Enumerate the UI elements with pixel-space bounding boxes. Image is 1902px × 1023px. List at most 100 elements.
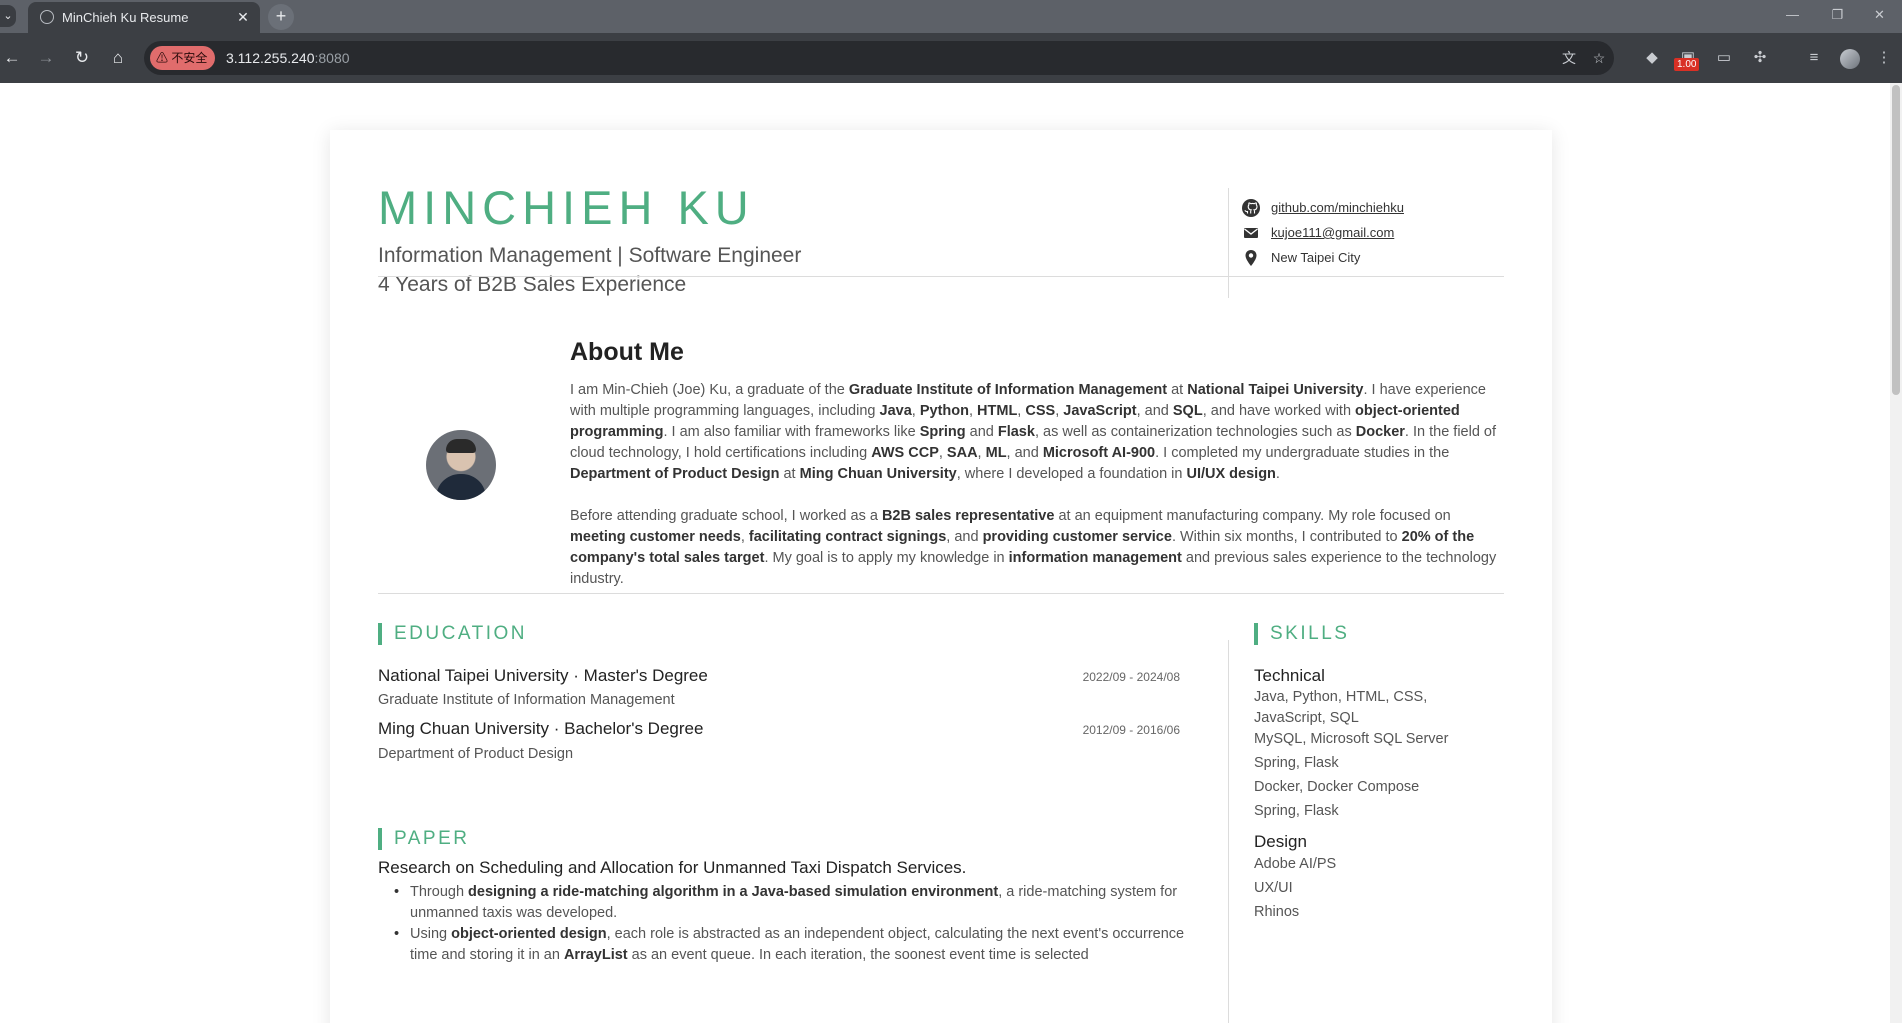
paper-title: Research on Scheduling and Allocation fo…: [378, 858, 967, 877]
emphasis-text: Microsoft AI-900: [1042, 445, 1156, 461]
emphasis-text: JavaScript: [1063, 403, 1137, 419]
emphasis-text: B2B sales representative: [881, 508, 1055, 524]
translate-icon[interactable]: 文: [1560, 49, 1578, 67]
location-text: New Taipei City: [1271, 250, 1361, 265]
emphasis-text: HTML: [977, 403, 1018, 419]
skill-item: MySQL, Microsoft SQL Server: [1254, 731, 1449, 747]
body-text: , as well as containerization technologi…: [1034, 424, 1356, 440]
education-item-1-date: 2022/09 - 2024/08: [1082, 670, 1180, 684]
skills-technical-label: Technical: [1254, 666, 1325, 685]
tab-close-icon[interactable]: ✕: [234, 8, 252, 26]
browser-tab-strip: ⌄ MinChieh Ku Resume ✕ + — ❐ ✕: [0, 0, 1902, 33]
about-paragraph-2: Before attending graduate school, I work…: [570, 506, 1504, 590]
about-divider: [378, 593, 1504, 594]
body-text: . My goal is to apply my knowledge in: [764, 550, 1009, 566]
extension-diamond-icon[interactable]: ◆: [1640, 46, 1664, 70]
header-divider: [378, 276, 1504, 277]
paper-heading: PAPER: [378, 828, 470, 850]
warning-icon: ⚠: [156, 51, 169, 65]
body-text: ,: [968, 403, 978, 419]
body-text: ,: [911, 403, 920, 419]
emphasis-text: SAA: [946, 445, 978, 461]
emphasis-text: ML: [985, 445, 1007, 461]
page-viewport: MINCHIEH KU Information Management | Sof…: [0, 83, 1902, 1023]
new-tab-button[interactable]: +: [268, 4, 294, 30]
url-text: 3.112.255.240:8080: [226, 50, 350, 66]
skill-item: Spring, Flask: [1254, 755, 1339, 771]
emphasis-text: object-oriented design: [451, 926, 607, 942]
emphasis-text: ArrayList: [563, 947, 628, 963]
browser-menu-icon[interactable]: ⋮: [1872, 46, 1896, 70]
emphasis-text: SQL: [1172, 403, 1203, 419]
emphasis-text: information management: [1008, 550, 1182, 566]
body-text: I am Min-Chieh (Joe) Ku, a graduate of t…: [570, 382, 849, 398]
restore-button[interactable]: ❐: [1815, 0, 1860, 30]
skill-item: UX/UI: [1254, 880, 1293, 896]
body-text: .: [1275, 466, 1280, 482]
extension-badge: 1.00: [1674, 58, 1700, 71]
emphasis-text: Python: [919, 403, 969, 419]
emphasis-text: AWS CCP: [871, 445, 939, 461]
body-text: Before attending graduate school, I work…: [570, 508, 882, 524]
skill-item: Rhinos: [1254, 904, 1300, 920]
education-heading: EDUCATION: [378, 623, 527, 645]
body-text: at an equipment manufacturing company. M…: [1054, 508, 1451, 524]
profile-avatar[interactable]: [1840, 49, 1860, 69]
envelope-icon: [1244, 228, 1258, 238]
emphasis-text: National Taipei University: [1187, 382, 1364, 398]
body-text: ,: [740, 529, 749, 545]
emphasis-text: UI/UX design: [1186, 466, 1276, 482]
emphasis-text: CSS: [1025, 403, 1056, 419]
education-item-1-title: National Taipei University · Master's De…: [378, 666, 708, 685]
body-text: Through: [410, 884, 469, 900]
address-bar[interactable]: ⚠ 不安全 3.112.255.240:8080 文 ☆: [144, 41, 1614, 75]
body-text: as an event queue. In each iteration, th…: [627, 947, 1089, 963]
body-text: . I am also familiar with frameworks lik…: [663, 424, 920, 440]
github-link[interactable]: github.com/minchiehku: [1271, 200, 1404, 215]
paper-bullet-1: Through designing a ride-matching algori…: [394, 882, 1210, 924]
reload-button[interactable]: ↻: [70, 46, 94, 70]
emphasis-text: Graduate Institute of Information Manage…: [848, 382, 1168, 398]
extensions-puzzle-icon[interactable]: ✣: [1748, 46, 1772, 70]
forward-button[interactable]: →: [34, 46, 58, 70]
map-pin-icon: [1245, 250, 1257, 266]
profile-photo: [426, 430, 496, 500]
home-button[interactable]: ⌂: [106, 46, 130, 70]
emphasis-text: providing customer service: [982, 529, 1172, 545]
skills-heading: SKILLS: [1254, 623, 1349, 645]
emphasis-text: Department of Product Design: [570, 466, 780, 482]
emphasis-text: Java: [879, 403, 912, 419]
body-text: at: [779, 466, 800, 482]
body-text: , and: [1136, 403, 1173, 419]
tab-search-button[interactable]: ⌄: [0, 5, 16, 27]
paper-bullet-2: Using object-oriented design, each role …: [394, 924, 1210, 966]
resume-subtitle-role: Information Management | Software Engine…: [378, 244, 802, 267]
about-paragraph-1: I am Min-Chieh (Joe) Ku, a graduate of t…: [570, 380, 1504, 485]
back-button[interactable]: ←: [0, 46, 24, 70]
browser-toolbar: ← → ↻ ⌂ ⚠ 不安全 3.112.255.240:8080 文 ☆ ◆ ▣…: [0, 33, 1902, 83]
skill-item: Docker, Docker Compose: [1254, 779, 1420, 795]
column-divider: [1228, 640, 1229, 1023]
emphasis-text: Docker: [1355, 424, 1405, 440]
body-text: ,: [977, 445, 986, 461]
media-control-icon[interactable]: ≡: [1802, 46, 1826, 70]
scrollbar-thumb[interactable]: [1892, 85, 1900, 395]
email-link[interactable]: kujoe111@gmail.com: [1271, 225, 1394, 240]
body-text: Using: [410, 926, 452, 942]
extension-window-icon[interactable]: ▭: [1712, 46, 1736, 70]
vertical-scrollbar[interactable]: [1890, 83, 1902, 1023]
body-text: ,: [938, 445, 947, 461]
not-secure-badge[interactable]: ⚠ 不安全: [150, 46, 216, 70]
emphasis-text: facilitating contract signings: [748, 529, 947, 545]
emphasis-text: designing a ride-matching algorithm in a…: [468, 884, 999, 900]
skill-item: Adobe AI/PS: [1254, 856, 1337, 872]
bookmark-star-icon[interactable]: ☆: [1590, 49, 1608, 67]
minimize-button[interactable]: —: [1770, 0, 1815, 30]
photo-hair: [446, 439, 476, 453]
close-window-button[interactable]: ✕: [1857, 0, 1902, 30]
url-port: :8080: [314, 50, 350, 66]
body-text: and: [965, 424, 998, 440]
body-text: , and: [1006, 445, 1043, 461]
url-host: 3.112.255.240: [226, 50, 315, 66]
active-tab[interactable]: MinChieh Ku Resume ✕: [28, 2, 260, 33]
